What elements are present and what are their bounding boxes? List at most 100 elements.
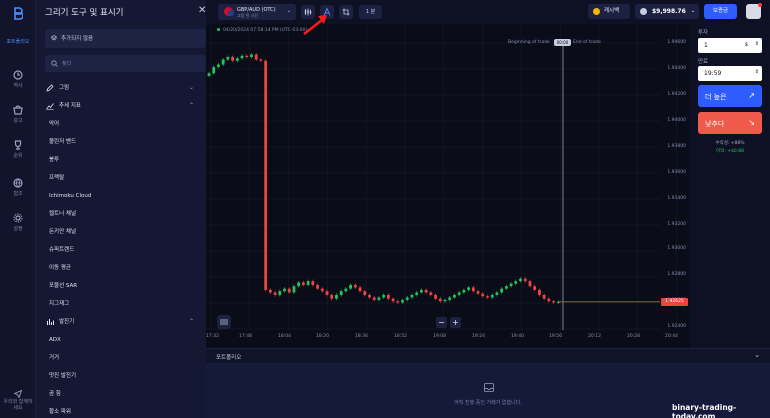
candle-body [448,297,452,300]
time-tick: 17:32 [206,334,219,339]
stepper-icon[interactable]: ⇕ [755,41,759,47]
candle-body [420,289,423,293]
history-icon [13,70,23,80]
nav-label: 설정 [13,226,23,232]
price-tick: 1.92800 [667,272,686,277]
candle-body [552,301,555,303]
trade-timer-badge: 00:00 [554,39,571,46]
higher-label: 더 높은 [705,93,727,101]
candle-body [240,55,244,59]
watermark: binary-trading-today.com [672,403,737,418]
list-item[interactable]: 이동 평균 [45,259,206,277]
list-item[interactable]: 포물선 SAR [45,277,206,295]
avatar[interactable] [746,3,762,19]
favorites-label: 추가되지 않음 [61,36,94,42]
balance-selector[interactable]: $9,998.76 ⌄ [635,4,699,19]
list-item[interactable]: 지그재그 [45,295,206,313]
nav-item-ranking[interactable]: 순위 [0,140,36,159]
chart-tools-button[interactable] [217,315,231,329]
search-input[interactable]: 찾다 [45,55,206,72]
au-flag-icon [228,10,234,16]
candle-body [363,291,367,295]
wallet-icon [640,8,647,15]
logo-icon[interactable] [13,7,23,20]
expiry-field[interactable]: 19:59 ⇕ [698,66,762,81]
nav-item-settings[interactable]: 설정 [0,213,36,232]
candle-body [519,278,522,282]
lower-label: 낮추다 [705,120,725,128]
nav-label: 포트폴리오 [6,39,30,45]
nav-item-portfolio[interactable]: 포트폴리오 [0,38,36,45]
candle-body [391,298,395,302]
cashback-button[interactable]: 캐시백 [588,4,630,19]
favorites-box[interactable]: 추가되지 않음 [45,29,206,48]
candle-body [443,299,447,302]
list-item[interactable]: 슈퍼트렌드 [45,241,206,259]
cashback-label: 캐시백 [604,8,620,14]
candle-body [547,298,551,302]
list-item[interactable]: 프랙탈 [45,169,206,187]
inbox-icon [484,383,494,392]
list-item[interactable]: 멋진 발진기 [45,367,206,385]
arrow-up-icon: ↗ [748,91,755,100]
candle-body [325,291,329,295]
candle-body [434,294,437,299]
nav-label: 역사 [13,83,23,89]
candle-body [542,294,546,299]
currency-suffix: $ [744,42,748,48]
timeframe-selector[interactable]: 1 분 [359,5,382,19]
chart-settings-button[interactable] [339,5,353,19]
zoom-in-button[interactable]: + [450,317,461,328]
arrow-down-icon: ↘ [748,118,755,127]
notification-dot [758,3,762,7]
candle-body [396,301,400,303]
list-item[interactable]: 곰 힘 [45,385,206,403]
zoom-out-button[interactable]: − [436,317,447,328]
section-label: 발진기 [59,319,75,325]
list-item[interactable]: 볼린저 밴드 [45,133,206,151]
nav-item-shop[interactable]: 광고 [0,105,36,124]
amount-field[interactable]: 1 $ ⇕ [698,38,762,53]
list-item[interactable]: ADX [45,331,206,349]
asset-selector[interactable]: GBP/AUD (OTC) 고정 된 시간 ⌄ [218,4,296,20]
nav-item-history[interactable]: 역사 [0,70,36,89]
lower-button[interactable]: 낮추다 ↘ [698,112,762,134]
nav-item-join-us[interactable]: 우리와 함께하 세요 [0,390,36,411]
candle-body [320,288,324,292]
list-item[interactable]: 봉투 [45,151,206,169]
chevron-down-icon[interactable]: ⌄ [754,351,760,359]
candle-body [462,289,466,293]
search-placeholder: 찾다 [62,61,72,67]
candle-body [528,281,532,287]
candle-body [283,288,286,292]
higher-button[interactable]: 더 높은 ↗ [698,85,762,107]
candle-body [306,281,310,285]
list-item[interactable]: 돈키안 채널 [45,223,206,241]
trade-begin-label: Beginning of trade [508,40,550,45]
profit-text: 이익: +$0.88 [716,149,744,154]
stepper-icon[interactable]: ⇕ [755,69,759,75]
live-dot-icon [217,28,220,31]
candle-body [495,292,499,295]
price-tick: 1.94000 [667,118,686,123]
trade-end-label: End of trade [573,40,601,45]
section-trend-indicators[interactable]: 추세 지표 ⌃ [45,97,206,115]
nav-item-globe[interactable]: 협조 [0,178,36,197]
list-item[interactable]: 거거 [45,349,206,367]
chart-canvas[interactable] [206,24,690,348]
section-drawing[interactable]: 그림 ⌄ [45,79,206,97]
candle-body [386,294,390,299]
candle-body [221,59,225,65]
chevron-down-icon: ⌄ [287,8,292,14]
section-oscillators[interactable]: 발진기 ⌃ [45,313,206,331]
candle-body [235,58,239,61]
nav-bottom-line2: 세요 [13,405,23,411]
list-item[interactable]: 황소 파워 [45,403,206,418]
search-icon [51,60,58,67]
list-item[interactable]: 켈트너 채널 [45,205,206,223]
list-item[interactable]: 악어 [45,115,206,133]
deposit-button[interactable]: 보증금 [704,4,737,19]
list-item[interactable]: Ichimoku Cloud [45,187,206,205]
price-chart[interactable]: 04/20/2024 07:58:14 PM (UTC-03:00) Begin… [206,24,690,348]
candle-body [273,292,277,295]
